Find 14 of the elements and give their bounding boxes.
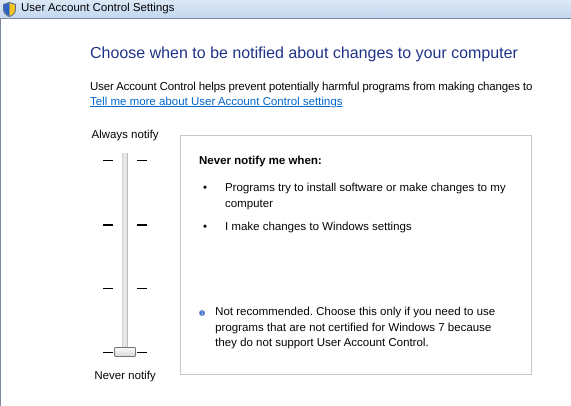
slider-bottom-label: Never notify (94, 369, 156, 384)
help-link[interactable]: Tell me more about User Account Control settings (90, 96, 342, 108)
shield-icon (3, 2, 16, 16)
heading: Choose when to be notified about changes to your computer (90, 44, 519, 64)
slider-top-label: Always notify (91, 128, 159, 143)
bullet-mark: • (203, 181, 208, 196)
window-title: User Account Control Settings (21, 1, 174, 16)
bullet-mark: • (203, 220, 208, 236)
panel-title: Never notify me when: (199, 154, 323, 169)
bullet-text: Programs try to install software or make changes to my computer (225, 181, 507, 212)
bullet-text: I make changes to Windows settings (225, 220, 412, 236)
description-text: User Account Control helps prevent potentially harmful programs from making changes to (90, 80, 534, 95)
slider-thumb[interactable] (114, 347, 136, 358)
note-text: Not recommended. Choose this only if you need to use programs that are not certified for Windows 7 because they do not support User Account Control. (215, 305, 496, 352)
